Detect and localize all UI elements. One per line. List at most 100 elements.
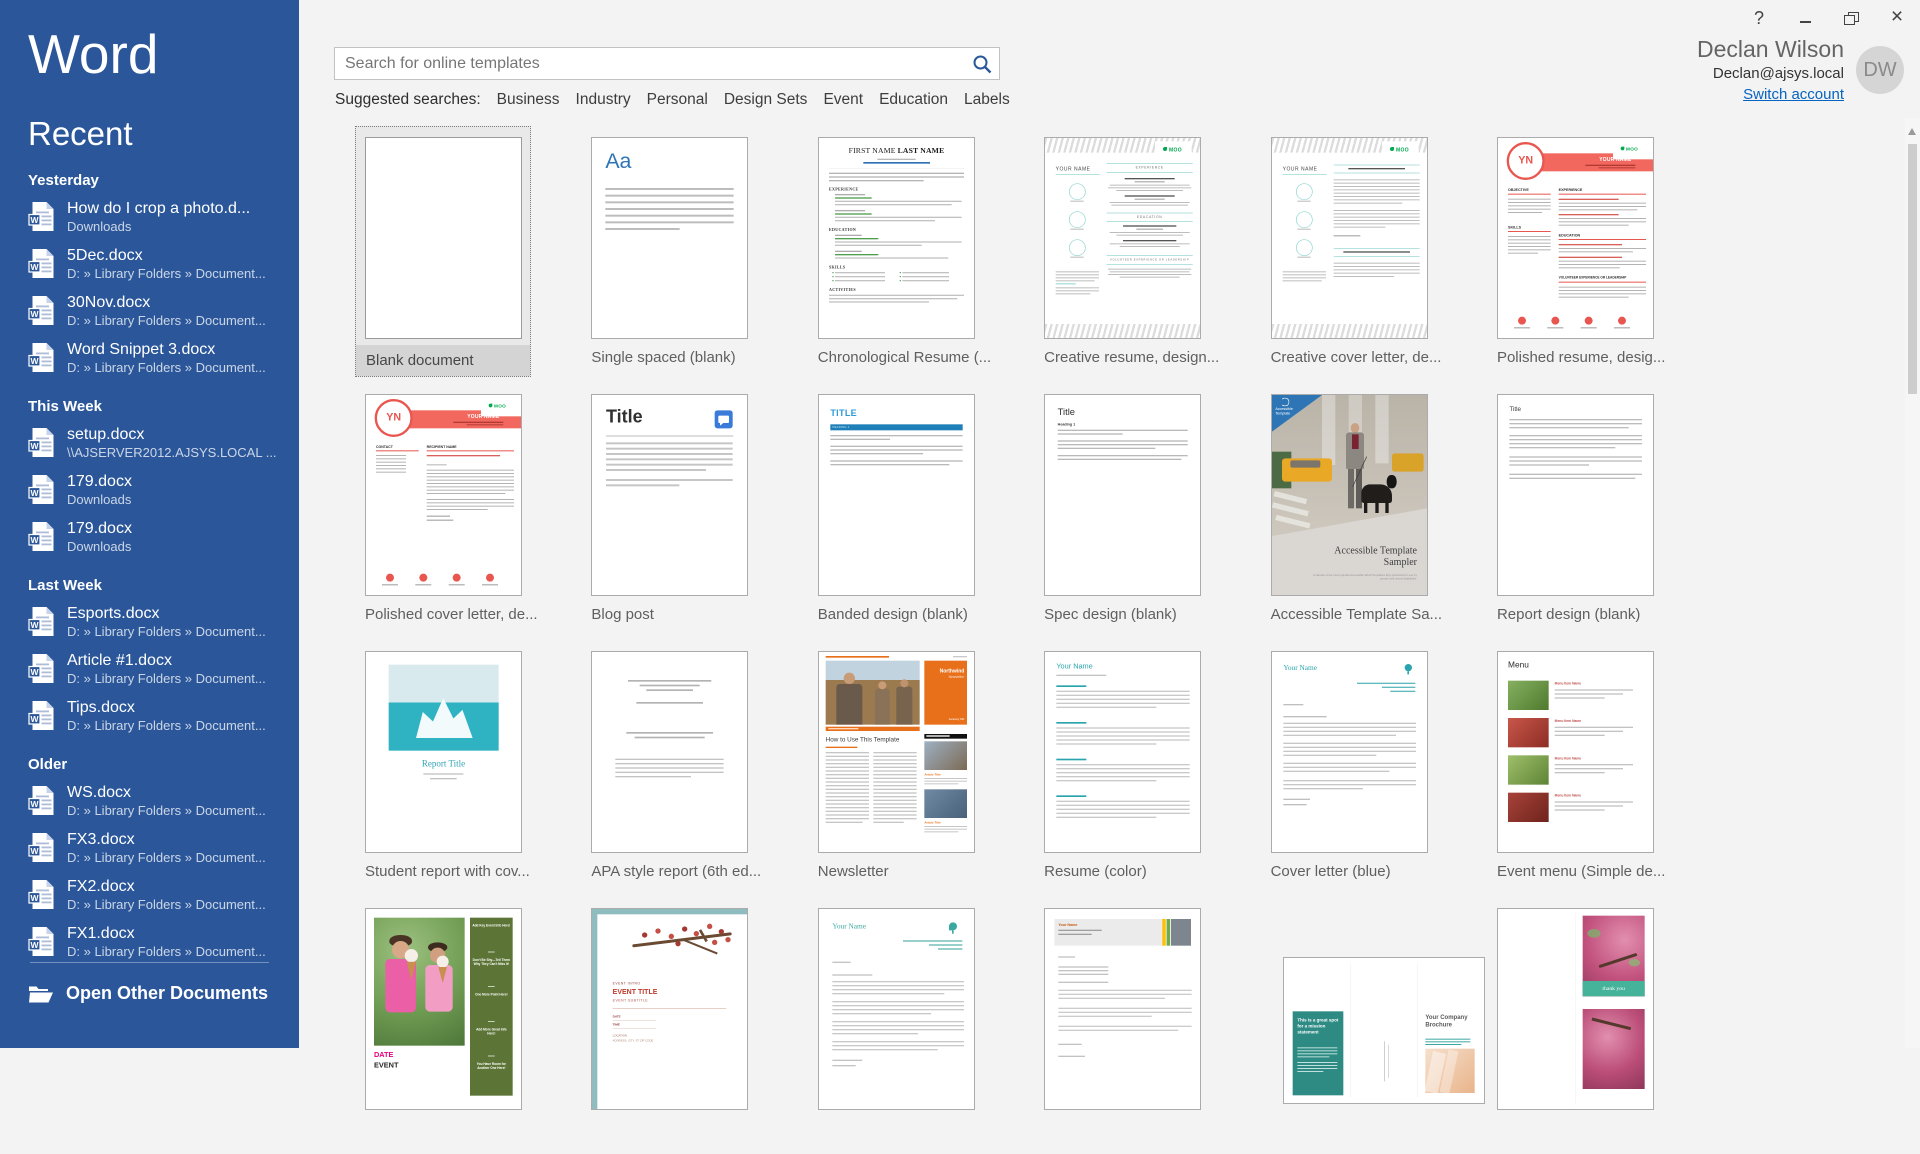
- help-button[interactable]: ?: [1736, 4, 1782, 32]
- thumb-decoration: [1107, 221, 1193, 222]
- thumb-decoration: [1297, 1050, 1337, 1051]
- thumb-decoration: [1108, 187, 1191, 188]
- thumb-decoration: [1283, 799, 1310, 800]
- thumbnail-art: Your Name: [819, 909, 974, 1109]
- user-name: Declan Wilson: [1697, 36, 1844, 63]
- template-thumbnail: Title: [591, 394, 748, 596]
- thumb-decoration: [825, 747, 857, 748]
- recent-file-item[interactable]: W FX3.docx D: » Library Folders » Docume…: [28, 830, 289, 868]
- word-doc-icon: W: [28, 832, 55, 863]
- thumb-decoration: [1386, 475, 1396, 488]
- thumb-decoration: [1110, 185, 1190, 186]
- restore-button[interactable]: [1828, 4, 1874, 32]
- recent-file-text: Word Snippet 3.docx D: » Library Folders…: [67, 340, 266, 376]
- mini-section: OBJECTIVE: [1508, 188, 1529, 192]
- template-card[interactable]: FIRST NAME LAST NAMEEXPERIENCEEDUCATIONS…: [783, 126, 1009, 383]
- event-side-text: Add Key Event Info Here!: [472, 924, 511, 928]
- search-input[interactable]: [335, 55, 970, 73]
- thumb-decoration: [902, 272, 949, 273]
- thumb-decoration: [1559, 251, 1633, 252]
- suggested-search-link[interactable]: Personal: [647, 91, 708, 109]
- word-doc-icon: W: [28, 606, 55, 637]
- thumb-decoration: [1559, 221, 1646, 222]
- minimize-button[interactable]: [1782, 4, 1828, 32]
- recent-file-item[interactable]: W FX2.docx D: » Library Folders » Docume…: [28, 877, 289, 915]
- suggested-search-link[interactable]: Design Sets: [724, 91, 808, 109]
- thumb-decoration: [1297, 257, 1310, 258]
- search-icon[interactable]: [970, 52, 994, 76]
- template-card[interactable]: MenuMenu Item NameMenu Item NameMenu Ite…: [1462, 640, 1688, 897]
- scrollbar[interactable]: [1905, 118, 1920, 1048]
- scroll-up-arrow-icon[interactable]: [1908, 128, 1916, 135]
- template-card[interactable]: NorthwindNewsletterJanuary 6thHow to Use…: [783, 640, 1009, 897]
- thumb-decoration: [1108, 274, 1191, 275]
- badge-text: AccessibleTemplate: [1275, 407, 1293, 416]
- template-card[interactable]: Add Key Event Info Here!Don't Be Shy—Tel…: [330, 897, 556, 1154]
- thumb-decoration: [1125, 195, 1175, 196]
- template-caption: Spec design (blank): [1044, 606, 1236, 623]
- template-card[interactable]: Your NameResume (color): [1009, 640, 1235, 897]
- template-card[interactable]: Your NameCover letter (blue): [1236, 640, 1462, 897]
- template-card[interactable]: Your Name: [1009, 897, 1235, 1154]
- contact-icon: [1296, 211, 1313, 228]
- thumb-decoration: [1333, 235, 1360, 236]
- template-card[interactable]: EVENT INTROEVENT TITLEEVENT SUBTITLEDATE…: [556, 897, 782, 1154]
- template-card[interactable]: Accessible Template SamplerA sample of t…: [1236, 383, 1462, 640]
- suggested-search-link[interactable]: Business: [497, 91, 560, 109]
- open-folder-icon: [28, 984, 54, 1003]
- switch-account-link[interactable]: Switch account: [1697, 86, 1844, 103]
- recent-file-item[interactable]: W Word Snippet 3.docx D: » Library Folde…: [28, 340, 289, 378]
- thumb-decoration: [1333, 263, 1419, 264]
- template-card[interactable]: TitleHeading 1Spec design (blank): [1009, 383, 1235, 640]
- mini-name: Your Name: [1283, 663, 1317, 672]
- recent-file-item[interactable]: W FX1.docx D: » Library Folders » Docume…: [28, 924, 289, 962]
- template-card[interactable]: YOUR NAMEYNMOOOBJECTIVESKILLSEXPERIENCEE…: [1462, 126, 1688, 383]
- recent-file-item[interactable]: W setup.docx \\AJSERVER2012.AJSYS.LOCAL …: [28, 425, 289, 463]
- template-card[interactable]: TitleBlog post: [556, 383, 782, 640]
- recent-file-item[interactable]: W 5Dec.docx D: » Library Folders » Docum…: [28, 246, 289, 284]
- close-button[interactable]: ×: [1874, 2, 1920, 30]
- template-card[interactable]: APA style report (6th ed...: [556, 640, 782, 897]
- template-card[interactable]: TITLEHEADING 1Banded design (blank): [783, 383, 1009, 640]
- avatar[interactable]: DW: [1856, 46, 1904, 94]
- template-card[interactable]: AaSingle spaced (blank): [556, 126, 782, 383]
- thumb-decoration: [825, 778, 868, 779]
- suggested-search-link[interactable]: Education: [879, 91, 948, 109]
- thumb-decoration: [1058, 459, 1182, 460]
- open-other-documents-button[interactable]: Open Other Documents: [0, 963, 299, 1004]
- thumb-decoration: [616, 759, 724, 760]
- recent-file-item[interactable]: W 179.docx Downloads: [28, 519, 289, 557]
- recent-file-item[interactable]: W 30Nov.docx D: » Library Folders » Docu…: [28, 293, 289, 331]
- thumb-decoration: [873, 763, 916, 764]
- file-name: 179.docx: [67, 519, 132, 538]
- thumb-decoration: [1555, 727, 1633, 728]
- template-search-box[interactable]: [334, 47, 1000, 80]
- template-card[interactable]: Your Name: [783, 897, 1009, 1154]
- thumb-decoration: [1385, 501, 1388, 513]
- recent-file-item[interactable]: W WS.docx D: » Library Folders » Documen…: [28, 783, 289, 821]
- scrollbar-thumb[interactable]: [1908, 144, 1917, 394]
- thumb-decoration: [1559, 264, 1646, 265]
- template-card[interactable]: This is a great spot for a mission state…: [1236, 897, 1462, 1154]
- template-card[interactable]: thank you: [1462, 897, 1688, 1154]
- recent-file-item[interactable]: W 179.docx Downloads: [28, 472, 289, 510]
- template-card[interactable]: MOOYOUR NAMEEXPERIENCEEDUCATIONVOLUNTEER…: [1009, 126, 1235, 383]
- template-card[interactable]: Report TitleStudent report with cov...: [330, 640, 556, 897]
- suggested-search-link[interactable]: Event: [823, 91, 863, 109]
- thumb-decoration: [1056, 271, 1099, 272]
- template-card[interactable]: MOOYOUR NAMECreative cover letter, de...: [1236, 126, 1462, 383]
- recent-file-item[interactable]: W How do I crop a photo.d... Downloads: [28, 199, 289, 237]
- recent-file-text: Article #1.docx D: » Library Folders » D…: [67, 651, 266, 687]
- template-card[interactable]: TitleReport design (blank): [1462, 383, 1688, 640]
- suggested-search-link[interactable]: Labels: [964, 91, 1010, 109]
- mini-title: Accessible Template Sampler: [1307, 545, 1417, 567]
- thumb-decoration: [875, 689, 890, 725]
- recent-file-item[interactable]: W Tips.docx D: » Library Folders » Docum…: [28, 698, 289, 736]
- recent-file-item[interactable]: W Article #1.docx D: » Library Folders »…: [28, 651, 289, 689]
- suggested-search-link[interactable]: Industry: [576, 91, 631, 109]
- template-card-selected[interactable]: Blank document: [355, 126, 531, 377]
- recent-file-item[interactable]: W Esports.docx D: » Library Folders » Do…: [28, 604, 289, 642]
- template-caption: Newsletter: [818, 863, 1010, 880]
- thumb-decoration: [427, 486, 514, 487]
- template-card[interactable]: YOUR NAMEYNMOOCONTACTRECIPIENT NAMEPolis…: [330, 383, 556, 640]
